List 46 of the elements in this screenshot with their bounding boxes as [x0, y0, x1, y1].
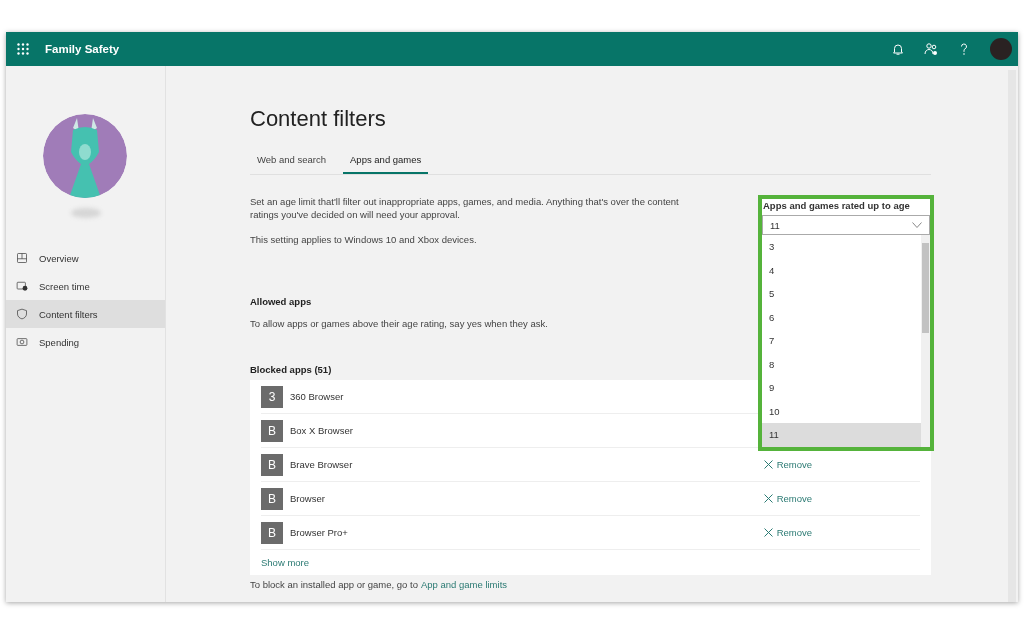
limits-link[interactable]: App and game limits	[420, 579, 508, 590]
sidebar-item[interactable]: Spending	[6, 328, 165, 356]
app-name: Browser	[290, 493, 325, 504]
close-icon	[763, 494, 773, 503]
dropdown-option[interactable]: 11	[762, 423, 921, 447]
chevron-down-icon	[912, 222, 922, 228]
section-heading: Allowed apps	[250, 296, 312, 307]
note-text: This setting applies to Windows 10 and Xbox devices.	[250, 233, 477, 246]
app-initial-tile: B	[261, 453, 283, 476]
app-name: Box X Browser	[290, 425, 353, 436]
app-name: Browser Pro+	[290, 527, 348, 538]
tab[interactable]: Web and search	[250, 150, 333, 174]
account-avatar[interactable]	[990, 38, 1012, 60]
age-dropdown[interactable]: 11	[762, 215, 930, 235]
money-icon	[16, 336, 28, 348]
app-name: Brave Browser	[290, 459, 353, 470]
description-text: Set an age limit that'll filter out inappropriate apps, games, and media. Anything that's over the content ratings you've decided on will need your approval.	[250, 195, 680, 221]
page-title: Content filters	[250, 106, 387, 132]
close-icon	[763, 460, 773, 469]
app-initial-tile: B	[261, 521, 283, 544]
app-initial-tile: B	[261, 419, 283, 442]
bell-icon[interactable]	[891, 42, 905, 56]
screen-clock-icon	[16, 280, 28, 292]
footer-text: To block an installed app or game, go to	[250, 579, 418, 590]
close-icon	[763, 528, 773, 537]
app-initial-tile: B	[261, 487, 283, 510]
overview-icon	[16, 252, 28, 264]
people-icon[interactable]	[924, 42, 938, 56]
app-title: Family Safety	[45, 43, 120, 55]
app-launcher-icon[interactable]	[17, 43, 29, 55]
dropdown-label: Apps and games rated up to age	[762, 199, 911, 213]
remove-link[interactable]: Remove	[763, 459, 812, 470]
section-text: To allow apps or games above their age rating, say yes when they ask.	[250, 317, 548, 330]
blurred-name	[71, 208, 101, 218]
sidebar-item[interactable]: Content filters	[6, 300, 165, 328]
scrollbar[interactable]	[921, 235, 930, 447]
remove-link[interactable]: Remove	[763, 527, 812, 538]
show-more-link[interactable]: Show more	[261, 550, 310, 575]
section-heading: Blocked apps (51)	[250, 364, 332, 375]
remove-link[interactable]: Remove	[763, 493, 812, 504]
sidebar-item[interactable]: Overview	[6, 244, 165, 272]
app-initial-tile: 3	[261, 385, 283, 408]
shield-icon	[16, 308, 28, 320]
app-name: 360 Browser	[290, 391, 344, 402]
sidebar-item[interactable]: Screen time	[6, 272, 165, 300]
tab[interactable]: Apps and games	[343, 150, 429, 174]
